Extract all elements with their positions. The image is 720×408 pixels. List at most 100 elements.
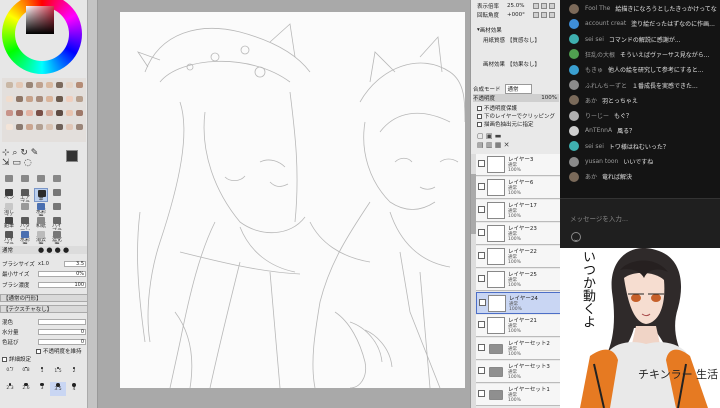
rotate-reset-button[interactable] bbox=[549, 12, 555, 18]
color-swatch[interactable] bbox=[26, 124, 33, 130]
delete-layer-icon[interactable]: ✕ bbox=[504, 141, 510, 149]
color-swatch[interactable] bbox=[46, 110, 53, 116]
chat-input[interactable]: メッセージを入力... bbox=[570, 213, 628, 223]
new-linework-layer-icon[interactable]: ▣ bbox=[486, 132, 493, 140]
color-swatch[interactable] bbox=[76, 82, 83, 88]
color-swatch[interactable] bbox=[56, 110, 63, 116]
visibility-toggle-icon[interactable] bbox=[478, 344, 485, 351]
visibility-toggle-icon[interactable] bbox=[478, 183, 485, 190]
tool-button[interactable] bbox=[50, 174, 64, 188]
color-swatch[interactable] bbox=[16, 110, 23, 116]
select-icon[interactable]: ▭ bbox=[12, 158, 21, 168]
color-swatch[interactable] bbox=[36, 110, 43, 116]
color-swatch[interactable] bbox=[26, 110, 33, 116]
tool-button[interactable] bbox=[50, 188, 64, 202]
color-swatch[interactable] bbox=[46, 124, 53, 130]
brush-size-preset[interactable]: 1.5 bbox=[50, 366, 66, 380]
color-swatch[interactable] bbox=[6, 124, 13, 130]
tool-button[interactable]: 消去筆 bbox=[34, 230, 48, 244]
new-layer-icon[interactable]: ▢ bbox=[477, 132, 484, 140]
protect-opacity-row[interactable]: 不透明度保護 bbox=[473, 104, 559, 112]
brush-size-preset[interactable]: 0.7 bbox=[2, 366, 18, 380]
avatar[interactable] bbox=[569, 49, 579, 60]
chat-author[interactable]: もきゅ bbox=[585, 65, 603, 74]
clipping-checkbox[interactable] bbox=[477, 113, 482, 119]
tool-button[interactable] bbox=[2, 174, 16, 188]
move-icon[interactable]: ⇲ bbox=[2, 158, 10, 168]
selection-source-row[interactable]: 描画色抽出元に指定 bbox=[473, 120, 559, 128]
brush-size-row[interactable]: ブラシサイズ x1.0 3.5 bbox=[0, 260, 87, 268]
clipping-row[interactable]: 下のレイヤーでクリッピング bbox=[473, 112, 559, 120]
avatar[interactable] bbox=[569, 95, 579, 106]
color-swatch[interactable] bbox=[56, 96, 63, 102]
water-row[interactable]: 水分量 0 bbox=[0, 328, 87, 336]
saturation-value-square[interactable] bbox=[26, 6, 54, 34]
zoom-out-button[interactable] bbox=[533, 3, 539, 9]
selection-source-checkbox[interactable] bbox=[477, 121, 482, 127]
color-swatch[interactable] bbox=[76, 124, 83, 130]
layer-row[interactable]: レイヤー6 通常 100% bbox=[476, 177, 560, 199]
visibility-toggle-icon[interactable] bbox=[478, 229, 485, 236]
chat-author[interactable]: AnTEnnA bbox=[585, 127, 612, 134]
keep-opacity-row[interactable]: 不透明度を維持 bbox=[0, 347, 87, 355]
brush-size-preset[interactable]: 3.5 bbox=[50, 382, 66, 396]
color-swatch[interactable] bbox=[26, 82, 33, 88]
chat-input-area[interactable]: メッセージを入力... bbox=[560, 198, 720, 248]
color-swatch[interactable] bbox=[56, 82, 63, 88]
paper-texture-row[interactable]: 用紙質感 【質感なし】 bbox=[473, 36, 559, 44]
color-swatch[interactable] bbox=[36, 82, 43, 88]
brush-shape-select[interactable]: 【通常の円形】 bbox=[0, 294, 87, 302]
brush-size-preset[interactable]: 2.6 bbox=[18, 382, 34, 396]
color-swatch[interactable] bbox=[16, 82, 23, 88]
brush-texture-select[interactable]: 【テクスチャなし】 bbox=[0, 305, 87, 313]
water-field[interactable]: 0 bbox=[38, 329, 86, 335]
zoom-reset-button[interactable] bbox=[549, 3, 555, 9]
chat-author[interactable]: yusan toon bbox=[585, 158, 618, 165]
color-swatch[interactable] bbox=[66, 96, 73, 102]
tool-button[interactable]: ハイブラシ bbox=[50, 216, 64, 230]
protect-checkbox[interactable] bbox=[477, 105, 482, 111]
color-swatch[interactable] bbox=[36, 96, 43, 102]
min-size-row[interactable]: 最小サイズ 0% bbox=[0, 270, 87, 278]
merge-down-icon[interactable]: ▥ bbox=[486, 141, 493, 149]
color-extension-field[interactable]: 0 bbox=[38, 339, 86, 345]
drawing-canvas[interactable] bbox=[120, 12, 465, 388]
keep-opacity-checkbox[interactable] bbox=[36, 348, 41, 354]
chat-author[interactable]: sei sei bbox=[585, 36, 604, 43]
zoom-in-button[interactable] bbox=[541, 3, 547, 9]
brush-size-preset[interactable]: 2 bbox=[66, 366, 82, 380]
chat-author[interactable]: 狂乱の大根 bbox=[585, 50, 615, 59]
effects-header[interactable]: ▾ 画材効果 bbox=[473, 26, 559, 34]
current-color-swatch[interactable] bbox=[66, 150, 78, 162]
lasso-icon[interactable]: ◌ bbox=[24, 158, 32, 168]
color-swatch[interactable] bbox=[56, 124, 63, 130]
avatar[interactable] bbox=[569, 34, 579, 45]
brush-size-field[interactable]: 3.5 bbox=[64, 261, 86, 267]
tool-button[interactable]: パターン bbox=[18, 216, 32, 230]
blending-row[interactable]: 混色 bbox=[0, 318, 87, 326]
color-swatch[interactable] bbox=[66, 124, 73, 130]
color-swatch[interactable] bbox=[6, 82, 13, 88]
color-swatch-palette[interactable] bbox=[2, 78, 86, 142]
tool-button[interactable]: 水彩筆 bbox=[34, 202, 48, 216]
color-swatch[interactable] bbox=[26, 96, 33, 102]
layer-row[interactable]: レイヤー24 通常 100% bbox=[476, 292, 560, 314]
visibility-toggle-icon[interactable] bbox=[478, 390, 485, 397]
chat-author[interactable]: ふれんちーずと bbox=[585, 81, 627, 90]
rotate-right-button[interactable] bbox=[541, 12, 547, 18]
rotate-icon[interactable]: ↻ bbox=[20, 148, 28, 158]
layer-row[interactable]: レイヤー21 通常 100% bbox=[476, 315, 560, 337]
tool-button[interactable] bbox=[50, 202, 64, 216]
avatar[interactable] bbox=[569, 156, 579, 167]
avatar[interactable] bbox=[569, 141, 579, 152]
layer-row[interactable]: レイヤー22 通常 100% bbox=[476, 246, 560, 268]
avatar[interactable] bbox=[569, 18, 579, 29]
tool-button[interactable]: ペン bbox=[2, 188, 16, 202]
layer-folder-row[interactable]: レイヤーセット3 通常 100% bbox=[476, 361, 560, 383]
brush-size-preset[interactable]: 4 bbox=[66, 382, 82, 396]
tool-button[interactable]: 濃化筆 bbox=[50, 230, 64, 244]
visibility-toggle-icon[interactable] bbox=[478, 367, 485, 374]
layer-row[interactable]: レイヤー25 通常 100% bbox=[476, 269, 560, 291]
color-swatch[interactable] bbox=[6, 96, 13, 102]
layer-row[interactable]: レイヤー23 通常 100% bbox=[476, 223, 560, 245]
